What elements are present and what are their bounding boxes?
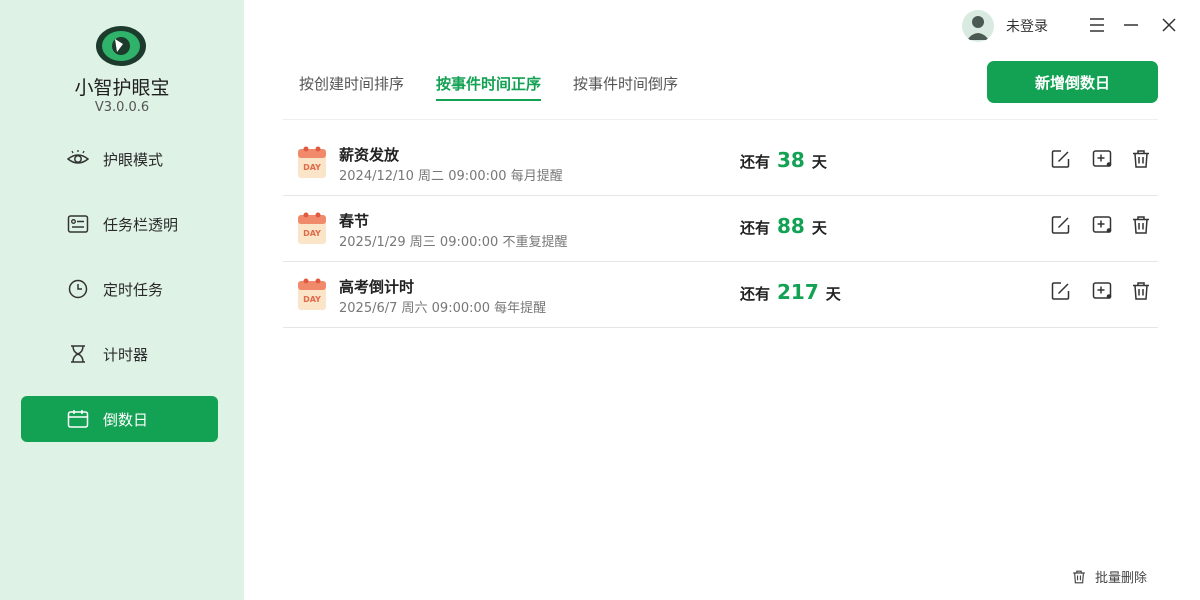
sidebar-item-taskbar-transparent[interactable]: 任务栏透明 (21, 201, 218, 247)
sidebar: 小智护眼宝 V3.0.0.6 护眼模式 任务栏透明 定时任务 计时器 倒数日 (0, 0, 244, 600)
app-name: 小智护眼宝 (74, 77, 170, 99)
calendar-day-text: DAY (303, 163, 321, 172)
tab-sort-by-event-desc[interactable]: 按事件时间倒序 (573, 73, 678, 100)
sort-tabs: 按创建时间排序 按事件时间正序 按事件时间倒序 (299, 73, 710, 101)
calendar-day-icon: DAY (298, 146, 326, 178)
sidebar-item-eye-mode[interactable]: 护眼模式 (21, 136, 218, 182)
divider (283, 119, 1158, 120)
event-meta: 2025/6/7 周六 09:00:00 每年提醒 (339, 301, 547, 316)
delete-icon[interactable] (1130, 214, 1152, 236)
clock-icon (68, 279, 88, 299)
sidebar-item-label: 任务栏透明 (103, 215, 179, 234)
sidebar-item-label: 护眼模式 (103, 150, 164, 169)
event-meta: 2024/12/10 周二 09:00:00 每月提醒 (339, 169, 563, 184)
add-to-desktop-icon[interactable] (1091, 148, 1113, 170)
delete-icon[interactable] (1130, 148, 1152, 170)
countdown-days: 88 (777, 214, 805, 238)
event-title: 薪资发放 (339, 146, 400, 164)
countdown-prefix: 还有 (740, 285, 771, 303)
countdown-days: 38 (777, 148, 805, 172)
batch-delete-label: 批量删除 (1095, 571, 1148, 586)
user-name: 未登录 (1006, 19, 1048, 35)
edit-icon[interactable] (1050, 214, 1072, 236)
calendar-day-text: DAY (303, 229, 321, 238)
minimize-icon[interactable] (1120, 14, 1142, 36)
list-item[interactable]: DAY 薪资发放 2024/12/10 周二 09:00:00 每月提醒 还有 … (283, 130, 1158, 196)
add-countdown-button[interactable]: 新增倒数日 (987, 61, 1158, 103)
countdown-text: 还有 38 天 (740, 148, 827, 172)
countdown-text: 还有 88 天 (740, 214, 827, 238)
list-item[interactable]: DAY 高考倒计时 2025/6/7 周六 09:00:00 每年提醒 还有 2… (283, 262, 1158, 328)
edit-icon[interactable] (1050, 280, 1072, 302)
add-to-desktop-icon[interactable] (1091, 214, 1113, 236)
add-to-desktop-icon[interactable] (1091, 280, 1113, 302)
countdown-prefix: 还有 (740, 219, 771, 237)
countdown-prefix: 还有 (740, 153, 771, 171)
countdown-suffix: 天 (825, 285, 841, 303)
eye-icon (67, 150, 89, 164)
event-meta: 2025/1/29 周三 09:00:00 不重复提醒 (339, 235, 568, 250)
calendar-icon (67, 410, 89, 428)
trash-icon (1073, 570, 1085, 583)
app-version: V3.0.0.6 (94, 100, 150, 115)
event-title: 高考倒计时 (339, 278, 415, 296)
taskbar-icon (67, 215, 89, 233)
edit-icon[interactable] (1050, 148, 1072, 170)
user-login[interactable]: 未登录 (962, 10, 1048, 42)
hourglass-icon (71, 345, 85, 363)
avatar (962, 10, 994, 42)
user-icon (962, 10, 994, 42)
sidebar-item-label: 倒数日 (103, 410, 149, 429)
sidebar-item-scheduled-task[interactable]: 定时任务 (21, 266, 218, 312)
countdown-list: DAY 薪资发放 2024/12/10 周二 09:00:00 每月提醒 还有 … (283, 130, 1158, 328)
countdown-text: 还有 217 天 (740, 280, 841, 304)
app-logo-icon (96, 26, 146, 66)
calendar-day-text: DAY (303, 295, 321, 304)
sidebar-item-label: 计时器 (103, 345, 149, 364)
batch-delete-button[interactable]: 批量删除 (1071, 567, 1147, 586)
sidebar-nav: 护眼模式 任务栏透明 定时任务 计时器 倒数日 (21, 136, 218, 461)
delete-icon[interactable] (1130, 280, 1152, 302)
event-title: 春节 (339, 212, 370, 230)
sidebar-item-timer[interactable]: 计时器 (21, 331, 218, 377)
countdown-suffix: 天 (811, 153, 827, 171)
tab-sort-by-event-asc[interactable]: 按事件时间正序 (436, 73, 542, 101)
calendar-day-icon: DAY (298, 278, 326, 310)
tab-sort-by-created[interactable]: 按创建时间排序 (299, 73, 404, 100)
list-item[interactable]: DAY 春节 2025/1/29 周三 09:00:00 不重复提醒 还有 88… (283, 196, 1158, 262)
sidebar-item-label: 定时任务 (103, 280, 164, 299)
countdown-days: 217 (777, 280, 819, 304)
menu-icon[interactable] (1086, 14, 1108, 36)
calendar-day-icon: DAY (298, 212, 326, 244)
countdown-suffix: 天 (811, 219, 827, 237)
close-icon[interactable] (1158, 14, 1180, 36)
sidebar-item-countdown[interactable]: 倒数日 (21, 396, 218, 442)
